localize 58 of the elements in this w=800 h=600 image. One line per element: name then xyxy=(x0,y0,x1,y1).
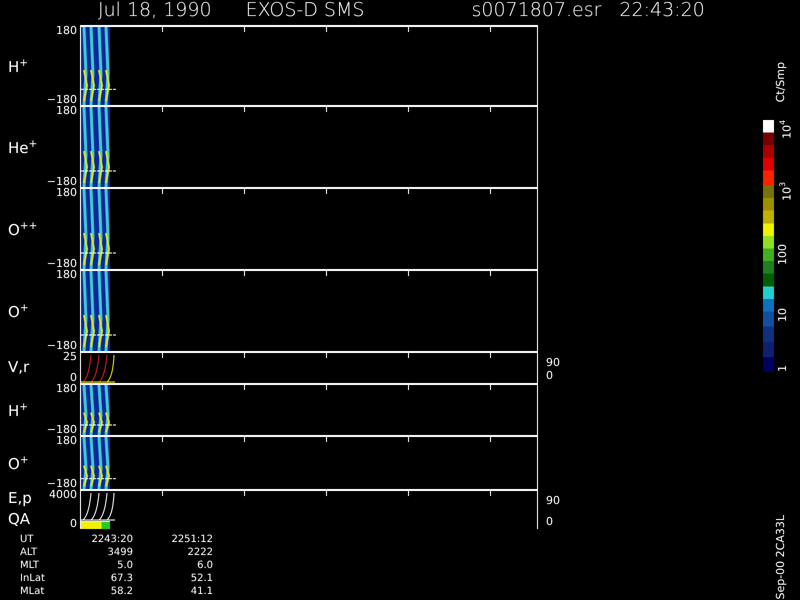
panel-label: QA xyxy=(8,511,32,528)
info-value: 2222 xyxy=(186,547,213,558)
info-value: 6.0 xyxy=(196,560,213,571)
info-label: MLT xyxy=(20,560,40,571)
info-value: 58.2 xyxy=(110,586,133,597)
axis-tick-label: 0 xyxy=(70,372,77,383)
panel-label: H$^{+}$ xyxy=(8,56,30,76)
axis-tick-label: 90 xyxy=(546,357,561,368)
info-label: MLat xyxy=(20,586,46,597)
axis-tick-label: 180 xyxy=(56,269,77,280)
info-value: 2251:12 xyxy=(170,534,213,545)
colorbar-unit: Ct/Smp xyxy=(775,62,787,102)
axis-tick-label: −180 xyxy=(46,94,77,105)
panel-label: H$^{+}$ xyxy=(8,400,30,420)
axis-tick-label: 180 xyxy=(56,435,77,446)
start-time: 22:43:20 xyxy=(619,0,705,20)
info-value: 3499 xyxy=(106,547,133,558)
info-value: 52.1 xyxy=(190,573,213,584)
info-value: 41.1 xyxy=(190,586,213,597)
axis-tick-label: −180 xyxy=(46,258,77,269)
axis-tick-label: 180 xyxy=(56,25,77,36)
info-value: 5.0 xyxy=(116,560,133,571)
info-value: 2243:20 xyxy=(90,534,133,545)
axis-tick-label: 180 xyxy=(56,187,77,198)
panel-label: He$^{+}$ xyxy=(8,136,38,156)
axis-tick-label: 0 xyxy=(546,516,554,527)
colorbar-tick-label: 10 xyxy=(776,308,790,322)
colorbar-tick-label: 100 xyxy=(776,244,790,266)
axis-tick-label: −180 xyxy=(46,478,77,489)
axis-tick-label: 90 xyxy=(546,495,561,506)
axis-tick-label: −180 xyxy=(46,424,77,435)
axis-tick-label: 0 xyxy=(70,518,77,529)
line-plot-drawing xyxy=(81,491,117,521)
axis-tick-label: 25 xyxy=(63,351,77,362)
plot-date: Jul 18, 1990 xyxy=(98,0,212,20)
axis-tick-label: 180 xyxy=(56,383,77,394)
panel-label: O$^{+}$ xyxy=(8,300,30,320)
axis-tick-label: 180 xyxy=(56,105,77,116)
colorbar-tick-label: 1 xyxy=(776,365,790,372)
axis-tick-label: −180 xyxy=(46,340,77,351)
line-plot-drawing xyxy=(81,353,117,383)
info-label: UT xyxy=(20,534,34,545)
quality-bar xyxy=(81,521,110,529)
version-label: Sep-00 2CA33L xyxy=(775,515,787,600)
panel-label: E,p xyxy=(8,490,33,507)
info-label: ALT xyxy=(20,547,38,558)
info-value: 67.3 xyxy=(110,573,133,584)
plot-title: EXOS-D SMS xyxy=(246,0,364,20)
spectrogram-drawing xyxy=(81,437,117,489)
info-label: InLat xyxy=(20,573,46,584)
panel-label: O$^{+}$ xyxy=(8,452,30,472)
panel-label: O$^{++}$ xyxy=(8,218,38,238)
axis-tick-label: 4000 xyxy=(49,489,77,500)
axis-tick-label: −180 xyxy=(46,176,77,187)
file-name: s0071807.esr xyxy=(471,0,602,20)
spectrogram-drawing xyxy=(81,385,117,435)
panel-label: V,r xyxy=(8,358,30,376)
axis-tick-label: 0 xyxy=(546,370,554,381)
